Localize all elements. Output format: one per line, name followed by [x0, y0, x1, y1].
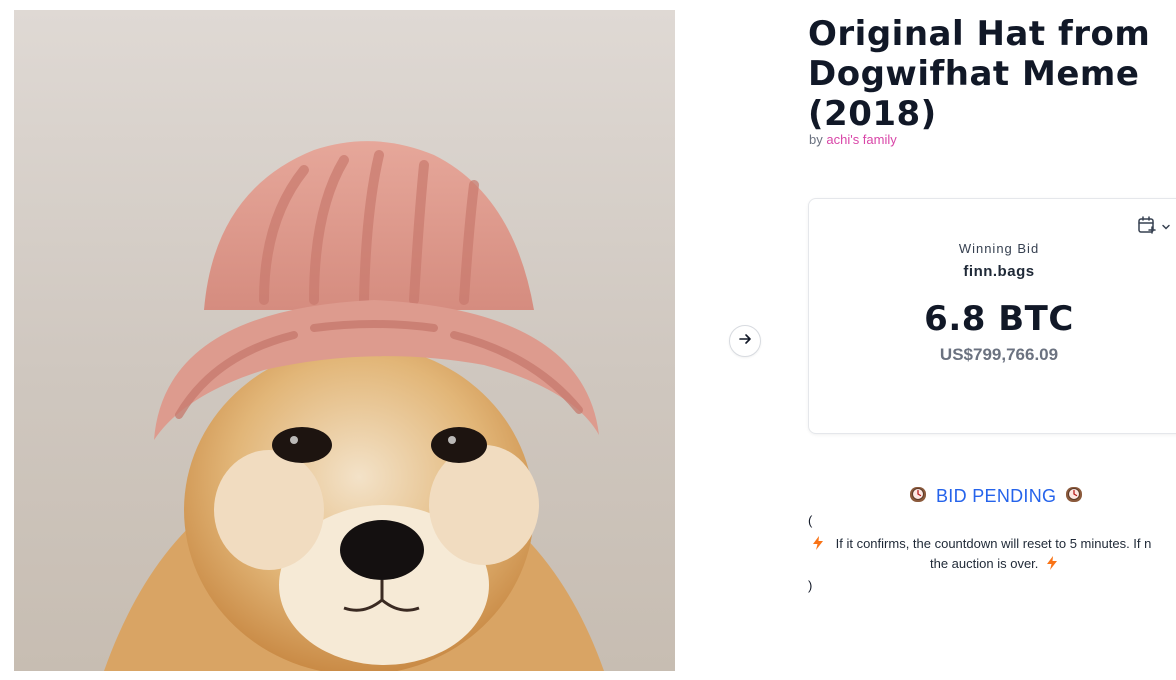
mantelpiece-clock-icon — [1064, 484, 1084, 509]
artist-link[interactable]: achi's family — [826, 132, 896, 147]
chevron-down-icon — [1161, 219, 1171, 237]
lightning-bolt-icon — [1042, 556, 1058, 571]
bid-amount-usd: US$799,766.09 — [939, 345, 1059, 364]
winning-bid-card: Winning Bid finn.bags 6.8 BTC US$799,766… — [808, 198, 1176, 434]
next-image-button[interactable] — [729, 325, 761, 357]
pending-note: If it confirms, the countdown will reset… — [810, 534, 1176, 574]
product-image[interactable] — [14, 10, 675, 671]
dog-with-hat-illustration — [104, 141, 604, 671]
note-line-2: the auction is over. — [930, 556, 1039, 571]
lightning-bolt-icon — [810, 536, 836, 551]
close-paren: ) — [808, 578, 813, 593]
byline: by achi's family — [809, 132, 897, 147]
bid-amount: 6.8 BTC — [924, 299, 1074, 339]
byline-prefix: by — [809, 132, 823, 147]
page-title: Original Hat from Dogwifhat Meme (2018) — [808, 14, 1151, 134]
bidder-name[interactable]: finn.bags — [809, 263, 1176, 280]
winning-bid-label: Winning Bid — [958, 241, 1040, 256]
mantelpiece-clock-icon — [908, 484, 928, 509]
open-paren: ( — [808, 513, 813, 528]
note-line-1: If it confirms, the countdown will reset… — [835, 536, 1152, 551]
add-to-calendar-button[interactable] — [1137, 215, 1171, 240]
arrow-right-icon — [738, 332, 752, 351]
bid-pending-text: BID PENDING — [936, 486, 1057, 506]
calendar-plus-icon — [1137, 215, 1157, 240]
bid-pending-status: BID PENDING — [908, 484, 1084, 509]
